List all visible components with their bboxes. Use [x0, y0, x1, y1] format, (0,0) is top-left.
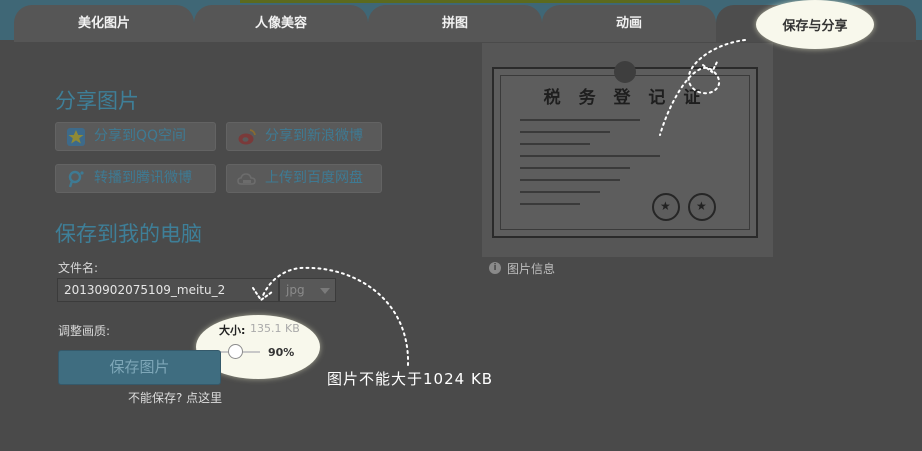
qzone-star-icon — [66, 127, 86, 147]
certificate-text-line — [520, 191, 600, 193]
tencent-weibo-icon — [66, 169, 86, 189]
certificate-text-line — [520, 143, 590, 145]
share-qzone-button[interactable]: 分享到QQ空间 — [55, 122, 216, 151]
weibo-icon — [237, 127, 257, 147]
share-weibo-button[interactable]: 分享到新浪微博 — [226, 122, 382, 151]
stamp-seal — [688, 193, 716, 221]
share-baidu-cloud-label: 上传到百度网盘 — [265, 170, 363, 186]
certificate-title: 税 务 登 记 证 — [543, 88, 707, 108]
share-weibo-label: 分享到新浪微博 — [265, 128, 363, 144]
tab-animation[interactable]: 动画 — [542, 5, 716, 43]
format-select[interactable]: jpg — [279, 278, 336, 302]
save-image-button[interactable]: 保存图片 — [58, 350, 221, 385]
national-emblem-icon — [614, 61, 636, 83]
tab-bar-accent-line — [240, 0, 680, 3]
info-icon: i — [489, 262, 501, 274]
size-limit-note: 图片不能大于1024 KB — [327, 370, 494, 388]
share-qzone-label: 分享到QQ空间 — [94, 128, 187, 144]
certificate-text-line — [520, 131, 610, 133]
tab-collage[interactable]: 拼图 — [368, 5, 542, 43]
stamp-seal — [652, 193, 680, 221]
certificate-text-line — [520, 179, 620, 181]
quality-label: 调整画质: — [58, 324, 111, 338]
share-tencent-weibo-button[interactable]: 转播到腾讯微博 — [55, 164, 216, 193]
size-value: 135.1 KB — [250, 322, 300, 335]
share-tencent-weibo-label: 转播到腾讯微博 — [94, 170, 192, 186]
certificate-text-line — [520, 167, 630, 169]
quality-percent: 90% — [268, 346, 295, 359]
filename-label: 文件名: — [58, 261, 99, 275]
certificate-text-line — [520, 203, 580, 205]
share-title: 分享图片 — [55, 89, 139, 113]
certificate-text-line — [520, 119, 640, 121]
tab-save-share[interactable]: 保存与分享 — [756, 15, 874, 34]
share-baidu-cloud-button[interactable]: 上传到百度网盘 — [226, 164, 382, 193]
save-title: 保存到我的电脑 — [55, 222, 202, 246]
quality-slider-thumb[interactable] — [228, 344, 243, 359]
certificate-text-line — [520, 155, 660, 157]
tab-portrait[interactable]: 人像美容 — [194, 5, 368, 43]
cant-save-link[interactable]: 不能保存? 点这里 — [128, 389, 222, 406]
tab-beautify[interactable]: 美化图片 — [14, 5, 194, 43]
filename-input[interactable]: 20130902075109_meitu_2 — [57, 278, 279, 302]
chevron-down-icon — [320, 288, 330, 294]
size-label: 大小: — [219, 324, 246, 337]
preview-image: 税 务 登 记 证 — [492, 61, 758, 238]
format-select-value: jpg — [286, 283, 305, 297]
baidu-cloud-icon — [237, 169, 257, 189]
image-info-link[interactable]: 图片信息 — [507, 260, 555, 277]
